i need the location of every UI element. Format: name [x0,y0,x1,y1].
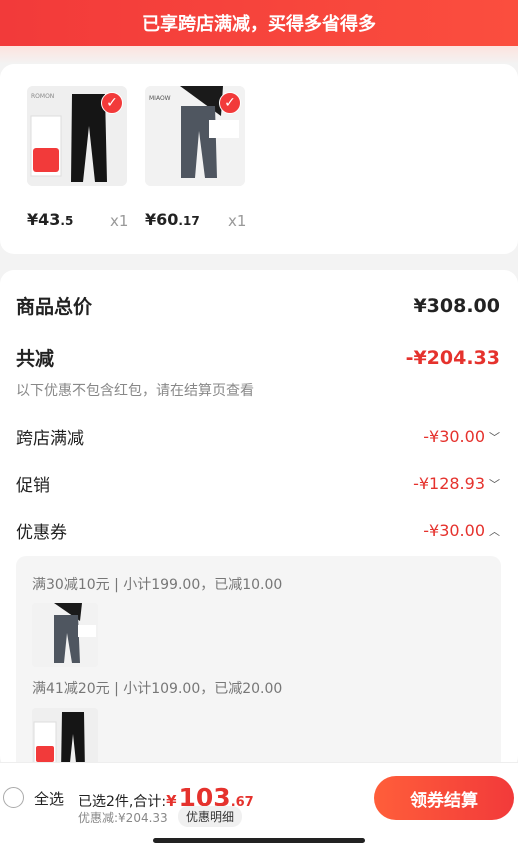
product-qty: x1 [228,212,247,230]
total-price-label: 商品总价 [16,296,93,318]
promo-banner-text: 已享跨店满减，买得多省得多 [142,14,376,35]
chevron-up-icon[interactable]: ︿ [489,523,500,539]
product-qty: x1 [110,212,129,230]
chevron-down-icon[interactable]: ﹀ [489,476,500,492]
product-price: ¥43.5 [27,210,73,229]
total-reduce-label: 共减 [16,348,55,370]
coupon-line: 满30减10元 | 小计199.00，已减10.00 [32,577,283,593]
grey-pants-image [32,603,98,667]
banner-fade [0,46,518,64]
coupon-line: 满41减20元 | 小计109.00，已减20.00 [32,681,283,697]
discount-row-promotion[interactable]: 促销 -¥128.93 ﹀ [16,471,500,496]
discount-row-cross-store[interactable]: 跨店满减 -¥30.00 ﹀ [16,424,500,449]
discount-value-wrap: -¥128.93 ﹀ [413,474,500,493]
price-decimal: .5 [60,214,74,228]
chevron-down-icon[interactable]: ﹀ [489,429,500,445]
discount-value: -¥30.00 [423,427,485,446]
discount-value: -¥128.93 [413,474,485,493]
select-all-label[interactable]: 全选 [34,788,64,809]
promo-banner: 已享跨店满减，买得多省得多 [0,0,518,46]
product-item[interactable]: MIAOW ✓ ¥60.17 x1 [145,86,246,230]
discount-row-coupon[interactable]: 优惠券 -¥30.00 ︿ [16,518,500,543]
discount-value-wrap: -¥30.00 ︿ [423,521,500,540]
price-decimal: .17 [178,214,200,228]
selected-count-text: 已选2件,合计: [78,794,167,810]
price-summary-card: 商品总价 ¥308.00 共减 -¥204.33 以下优惠不包含红包，请在结算页… [0,270,518,772]
price-main: ¥60 [145,210,179,229]
checkout-button[interactable]: 领券结算 [374,776,514,820]
discount-label: 优惠券 [16,523,67,543]
total-reduce-value: -¥204.33 [405,346,500,369]
discount-value: -¥30.00 [423,521,485,540]
product-price: ¥60.17 [145,210,200,229]
select-all-radio[interactable] [3,787,24,808]
svg-text:ROMON: ROMON [31,93,54,100]
discount-note: 以下优惠不包含红包，请在结算页查看 [16,383,254,399]
discount-label: 跨店满减 [16,429,84,449]
price-main: ¥43 [27,210,61,229]
checked-icon[interactable]: ✓ [101,92,123,114]
product-item[interactable]: ROMON ✓ ¥43.5 x1 [27,86,128,230]
discount-detail-button[interactable]: 优惠明细 [178,806,243,827]
selected-products-card: ROMON ✓ ¥43.5 x1 MIAOW ✓ ¥60.17 x1 [0,64,518,254]
discount-summary: 优惠减:¥204.33 [78,811,168,825]
svg-text:MIAOW: MIAOW [149,95,171,102]
product-thumbnail[interactable]: MIAOW ✓ [145,86,245,186]
product-thumbnail[interactable]: ROMON ✓ [27,86,127,186]
checkout-bar: 全选 已选2件,合计: ¥ 103 .67 优惠减:¥204.33 优惠明细 领… [0,762,518,846]
discount-label: 促销 [16,476,50,496]
checked-icon[interactable]: ✓ [219,92,241,114]
total-price-row: 商品总价 ¥308.00 [16,292,500,319]
coupon-product-thumbnail [32,603,98,667]
home-indicator [153,838,365,843]
discount-value-wrap: -¥30.00 ﹀ [423,427,500,446]
total-price-value: ¥308.00 [413,294,500,317]
total-currency: ¥ [166,792,177,810]
coupon-detail-panel: 满30减10元 | 小计199.00，已减10.00 满41减20元 | 小计1… [16,556,501,772]
total-reduce-row: 共减 -¥204.33 [16,344,500,371]
